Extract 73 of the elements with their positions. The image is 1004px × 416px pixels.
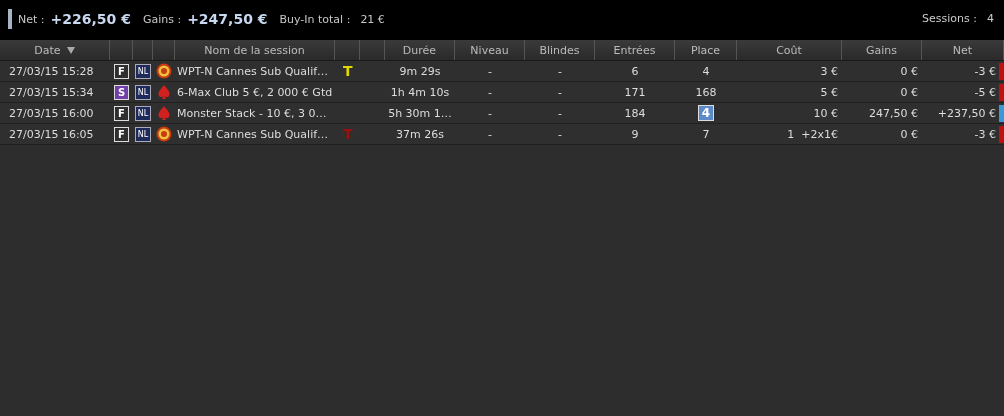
entries-cell-text: 9 [630, 126, 640, 143]
level-cell-text: - [487, 105, 493, 122]
session-name-cell-text: 6-Max Club 5 €, 2 000 € Gtd [176, 84, 334, 101]
spade-icon [156, 105, 172, 121]
column-header[interactable]: Net [922, 40, 1004, 60]
gains-label: Gains : [142, 12, 182, 26]
column-header[interactable]: Nom de la session [175, 40, 335, 60]
blinds-cell-text: - [557, 84, 563, 101]
column-header[interactable]: Entrées [595, 40, 675, 60]
net-cell: +237,50 € [937, 106, 996, 120]
duration-cell-text: 1h 4m 10s [389, 84, 451, 101]
sort-down-icon[interactable] [66, 46, 75, 54]
spade-icon [156, 84, 172, 100]
poker-chip-icon [156, 126, 172, 142]
column-header[interactable]: Place [675, 40, 737, 60]
duration-cell-text: 5h 30m 1… [387, 105, 453, 122]
session-name-cell-text: Monster Stack - 10 €, 3 0… [176, 105, 328, 122]
gains-value: +247,50 € [187, 11, 268, 27]
format-badge: F [114, 63, 129, 79]
cost-cell-text: 5 € [819, 84, 839, 101]
duration-cell-text: 37m 26s [395, 126, 445, 143]
net-label: Net : [18, 12, 45, 26]
net-cell: -3 € [974, 127, 996, 141]
net-value: +226,50 € [50, 11, 131, 27]
cost-cell-text: 1 +2x1€ [786, 126, 839, 143]
gains-cell-text: 247,50 € [868, 105, 919, 122]
gains-cell-text: 0 € [899, 84, 919, 101]
poker-chip-icon [156, 63, 172, 79]
buyin-value: 21 € [360, 12, 385, 26]
limit-badge: NL [135, 126, 151, 142]
column-header[interactable]: Durée [385, 40, 455, 60]
sessions-label: Sessions : [922, 12, 977, 25]
sessions-count: 4 [987, 12, 994, 25]
format-badge: F [114, 105, 129, 121]
place-cell: 4 [702, 64, 710, 78]
date-cell-text: 27/03/15 15:34 [8, 84, 95, 101]
date-cell-text: 27/03/15 16:00 [8, 105, 95, 122]
entries-cell-text: 184 [623, 105, 647, 122]
level-cell-text: - [487, 126, 493, 143]
ticket-marker: T [343, 63, 353, 79]
buyin-label: Buy-In total : [279, 12, 351, 26]
place-cell: 4 [697, 105, 715, 121]
entries-cell-text: 6 [630, 63, 640, 80]
limit-badge: NL [135, 84, 151, 100]
blinds-cell-text: - [557, 63, 563, 80]
column-header[interactable]: Gains [842, 40, 922, 60]
blinds-cell-text: - [557, 126, 563, 143]
gains-cell-text: 0 € [899, 63, 919, 80]
column-header[interactable]: Blindes [525, 40, 595, 60]
place-cell: 7 [702, 127, 710, 141]
date-cell-text: 27/03/15 15:28 [8, 63, 95, 80]
net-cell: -3 € [974, 64, 996, 78]
cost-cell-text: 3 € [819, 63, 839, 80]
duration-cell-text: 9m 29s [398, 63, 442, 80]
limit-badge: NL [135, 105, 151, 121]
column-header[interactable]: Coût [737, 40, 842, 60]
place-cell: 168 [695, 85, 717, 99]
date-cell-text: 27/03/15 16:05 [8, 126, 95, 143]
session-name-cell-text: WPT-N Cannes Sub Qualif… [176, 126, 330, 143]
format-badge: S [114, 84, 129, 100]
level-cell-text: - [487, 84, 493, 101]
level-cell-text: - [487, 63, 493, 80]
ticket-marker: T [343, 126, 353, 142]
gains-cell-text: 0 € [899, 126, 919, 143]
limit-badge: NL [135, 63, 151, 79]
entries-cell-text: 171 [623, 84, 647, 101]
column-header[interactable]: Date [0, 40, 110, 60]
blinds-cell-text: - [557, 105, 563, 122]
cost-cell-text: 10 € [812, 105, 839, 122]
format-badge: F [114, 126, 129, 142]
net-cell: -5 € [974, 85, 996, 99]
column-header[interactable]: Niveau [455, 40, 525, 60]
session-name-cell-text: WPT-N Cannes Sub Qualif… [176, 63, 330, 80]
